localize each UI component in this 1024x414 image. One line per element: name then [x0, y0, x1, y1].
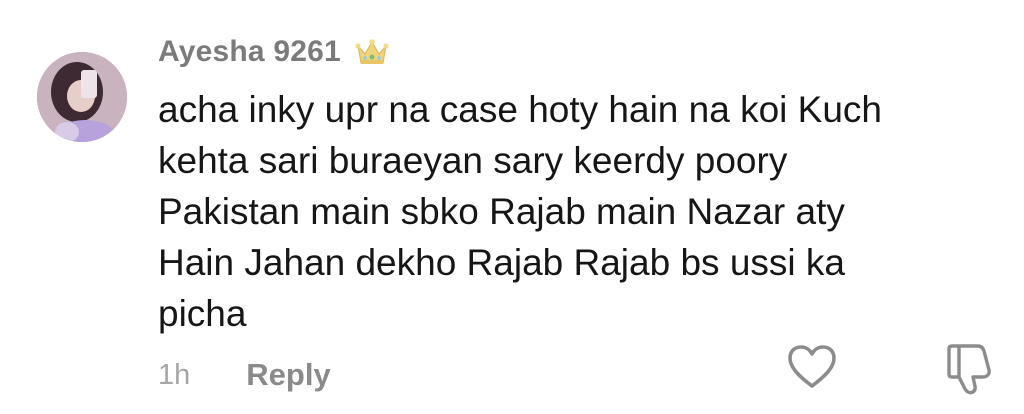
- comment-text: acha inky upr na case hoty hain na koi K…: [158, 84, 978, 339]
- comment-text-line: picha: [158, 293, 247, 334]
- comment-text-line: Pakistan main sbko Rajab main Nazar aty: [158, 191, 845, 232]
- timestamp: 1h: [158, 358, 191, 391]
- comment-text-line: kehta sari buraeyan sary keerdy poory: [158, 140, 788, 181]
- avatar-image: [37, 52, 127, 142]
- avatar[interactable]: [37, 52, 127, 142]
- comment-meta: 1h Reply: [158, 354, 331, 396]
- reply-button[interactable]: Reply: [246, 357, 330, 393]
- author-row: Ayesha 9261: [158, 32, 389, 72]
- thumbs-down-outline-icon: [947, 344, 991, 395]
- comment-text-line: acha inky upr na case hoty hain na koi K…: [158, 89, 883, 130]
- heart-outline-icon: [788, 345, 836, 388]
- comment-item: Ayesha 9261 acha inky upr na case hoty h…: [0, 0, 1024, 414]
- dislike-button[interactable]: [944, 340, 994, 396]
- comment-text-line: Hain Jahan dekho Rajab Rajab bs ussi ka: [158, 242, 845, 283]
- like-button[interactable]: [786, 342, 838, 394]
- crown-icon: [355, 39, 389, 64]
- author-name[interactable]: Ayesha 9261: [158, 35, 341, 69]
